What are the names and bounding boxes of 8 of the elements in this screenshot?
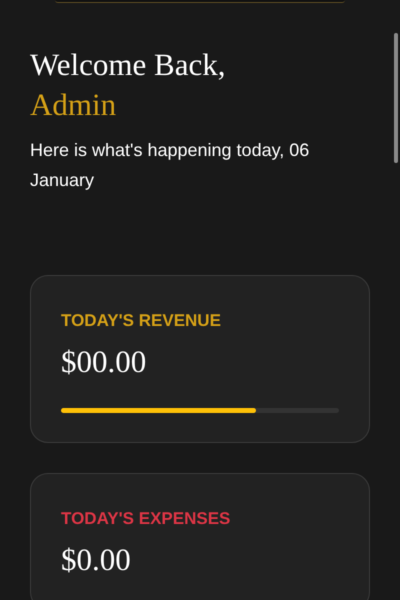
amount-value: $0.00 xyxy=(61,541,131,579)
user-name: Admin xyxy=(30,86,116,124)
welcome-heading: Welcome Back, xyxy=(30,46,226,84)
amount-value: $00.00 xyxy=(61,343,146,381)
card-label: TODAY'S REVENUE xyxy=(61,310,221,332)
scrollbar-thumb[interactable] xyxy=(394,33,398,163)
card-label: TODAY'S EXPENSES xyxy=(61,508,230,530)
greeting-subtitle: Here is what's happening today, 06 January xyxy=(30,139,310,192)
